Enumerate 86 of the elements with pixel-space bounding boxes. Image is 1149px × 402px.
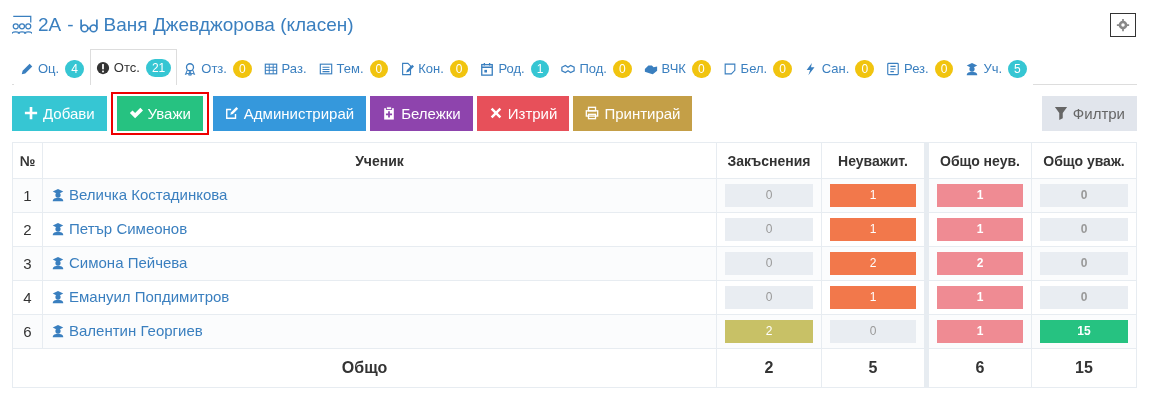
count-pill: 1 — [937, 320, 1023, 343]
count-pill: 0 — [725, 218, 813, 241]
settings-button[interactable] — [1110, 13, 1136, 37]
tab[interactable]: Отс. 21 — [89, 49, 178, 85]
action-button[interactable]: Администрирай — [212, 95, 367, 131]
separator: - — [67, 14, 74, 36]
total-value: 6 — [926, 348, 1032, 388]
page-title: Ваня Джевджорова (класен) — [103, 14, 354, 36]
student-link[interactable]: Величка Костадинкова — [51, 186, 228, 204]
count-badge: 1 — [530, 59, 550, 78]
count-pill: 0 — [725, 252, 813, 275]
close-icon — [488, 106, 503, 120]
row-number: 6 — [12, 314, 43, 349]
printer-icon — [585, 106, 600, 120]
ribbon-icon — [183, 61, 198, 76]
count-badge: 0 — [369, 59, 389, 78]
document-edit-icon — [400, 61, 415, 76]
filter-button[interactable]: Филтри — [1041, 95, 1137, 131]
count-pill: 2 — [937, 252, 1023, 275]
student-link[interactable]: Емануил Попдимитров — [51, 288, 230, 306]
student-icon — [965, 61, 980, 76]
total-label: Общо — [12, 348, 717, 388]
count-pill: 1 — [830, 184, 916, 207]
row-number: 1 — [12, 178, 43, 213]
classroom-icon — [12, 15, 32, 35]
list-icon — [886, 61, 901, 76]
count-badge: 4 — [65, 59, 84, 78]
action-button[interactable]: Бележки — [370, 95, 473, 131]
count-pill: 1 — [937, 218, 1023, 241]
student-link[interactable]: Петър Симеонов — [51, 220, 188, 238]
count-pill: 1 — [937, 286, 1023, 309]
pencil-icon — [20, 61, 34, 76]
student-link[interactable]: Валентин Георгиев — [51, 322, 203, 340]
note-icon — [722, 61, 737, 76]
calendar-icon — [480, 61, 495, 76]
edit-icon — [224, 106, 239, 120]
count-badge: 0 — [449, 59, 469, 78]
list-icon — [318, 61, 333, 76]
filter-icon — [1053, 106, 1068, 120]
count-badge: 0 — [855, 59, 875, 78]
glasses-icon — [79, 16, 98, 34]
column-header: Закъснения — [716, 142, 822, 179]
column-header: Ученик — [42, 142, 717, 179]
count-pill: 1 — [937, 184, 1023, 207]
count-badge: 0 — [934, 59, 954, 78]
student-link[interactable]: Симона Пейчева — [51, 254, 188, 272]
row-number: 3 — [12, 246, 43, 281]
count-badge: 5 — [1008, 59, 1027, 78]
count-pill: 15 — [1040, 320, 1128, 343]
clipboard-icon — [382, 106, 397, 120]
count-badge: 21 — [145, 58, 172, 77]
student-icon — [51, 289, 65, 304]
count-pill: 1 — [830, 218, 916, 241]
count-badge: 0 — [691, 59, 711, 78]
student-icon — [51, 187, 65, 202]
count-pill: 2 — [830, 252, 916, 275]
column-header: Общо уваж. — [1031, 142, 1137, 179]
count-badge: 0 — [612, 59, 632, 78]
count-pill: 0 — [1040, 218, 1128, 241]
row-number: 4 — [12, 280, 43, 315]
class-name: 2А — [38, 14, 62, 36]
count-badge: 0 — [773, 59, 792, 78]
exclamation-icon — [95, 60, 110, 75]
column-header: Неуважит. — [821, 142, 927, 179]
settings-icon — [1116, 18, 1130, 32]
total-value: 2 — [716, 348, 822, 388]
student-icon — [51, 255, 65, 270]
action-button[interactable]: Изтрий — [476, 95, 570, 131]
student-icon — [51, 323, 65, 338]
check-icon — [128, 106, 143, 120]
total-value: 15 — [1031, 348, 1137, 388]
count-badge: 0 — [232, 59, 252, 78]
count-pill: 0 — [1040, 252, 1128, 275]
column-header: № — [12, 142, 43, 179]
count-pill: 0 — [1040, 286, 1128, 309]
count-pill: 0 — [1040, 184, 1128, 207]
count-pill: 0 — [830, 320, 916, 343]
row-number: 2 — [12, 212, 43, 247]
plus-icon — [24, 106, 38, 120]
count-pill: 1 — [830, 286, 916, 309]
count-pill: 0 — [725, 286, 813, 309]
student-icon — [51, 221, 65, 236]
table-icon — [263, 61, 278, 76]
action-button[interactable]: Принтирай — [573, 95, 693, 131]
count-pill: 0 — [725, 184, 813, 207]
count-pill: 2 — [725, 320, 813, 343]
